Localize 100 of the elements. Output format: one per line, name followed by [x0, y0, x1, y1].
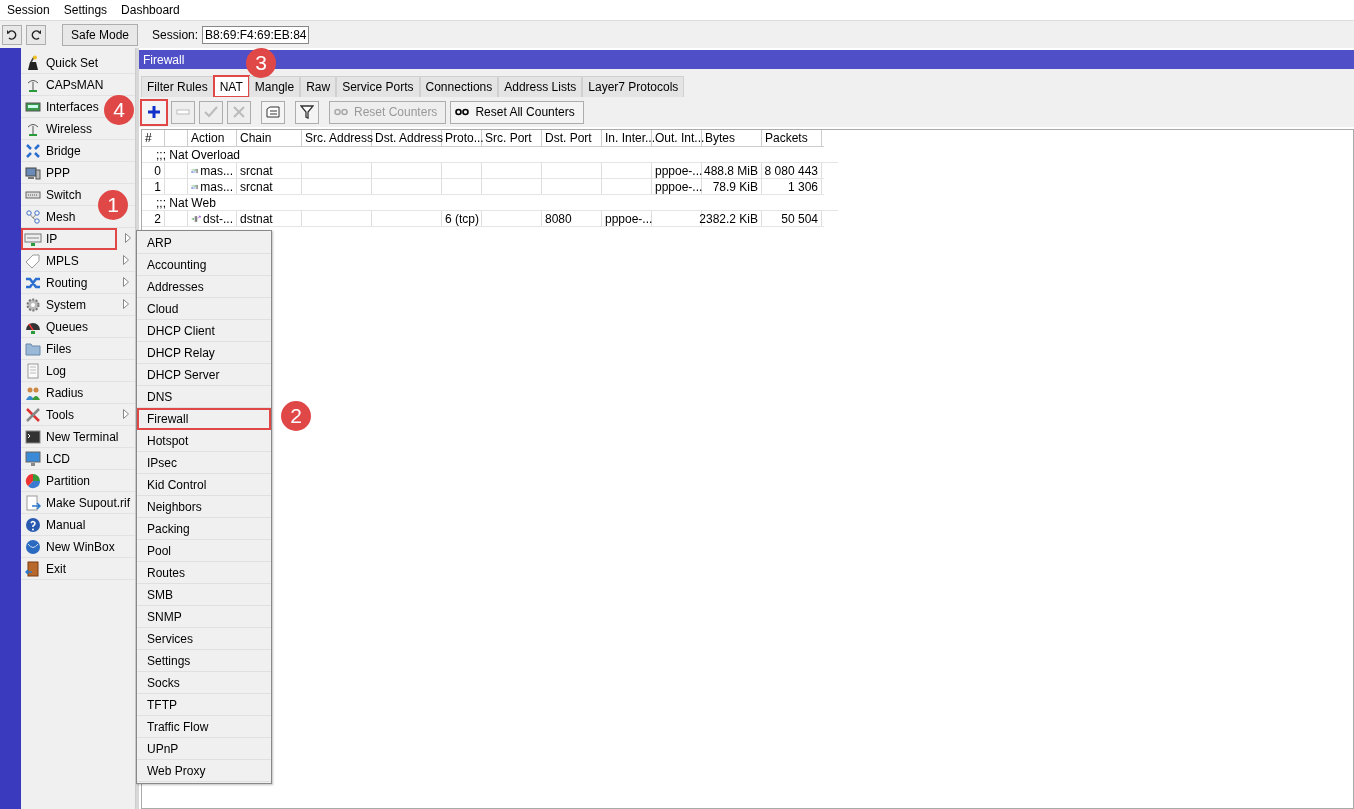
column-header[interactable]: Dst. Address: [375, 131, 444, 145]
submenu-item[interactable]: Cloud: [137, 298, 271, 320]
table-cell: mas...: [200, 163, 233, 178]
submenu-item[interactable]: DHCP Client: [137, 320, 271, 342]
document-icon: [25, 362, 41, 379]
column-header[interactable]: Out. Int...: [655, 131, 705, 145]
submenu-item[interactable]: DHCP Server: [137, 364, 271, 386]
filter-icon: [300, 105, 314, 119]
tab[interactable]: Connections: [419, 76, 499, 97]
submenu-item[interactable]: IPsec: [137, 452, 271, 474]
submenu-item[interactable]: Packing: [137, 518, 271, 540]
column-header[interactable]: Action: [191, 131, 225, 145]
sidebar-item[interactable]: PPP: [21, 162, 135, 184]
table-cell: 78.9 KiB: [712, 179, 758, 194]
column-header[interactable]: Packets: [765, 131, 808, 145]
sidebar-item[interactable]: IP: [21, 228, 117, 250]
computer-icon: [25, 164, 41, 181]
tab[interactable]: Mangle: [248, 76, 301, 97]
tab[interactable]: Filter Rules: [141, 76, 214, 97]
safe-mode-button[interactable]: Safe Mode: [62, 23, 139, 46]
submenu-item[interactable]: TFTP: [137, 694, 271, 716]
table-cell: 488.8 MiB: [703, 163, 758, 178]
sidebar-item[interactable]: LCD: [21, 448, 135, 470]
sidebar-item[interactable]: Tools: [21, 404, 135, 426]
table-cell: 1: [154, 179, 161, 194]
sidebar-item[interactable]: System: [21, 294, 135, 316]
undo-button[interactable]: [2, 24, 22, 45]
sidebar-item[interactable]: New WinBox: [21, 536, 135, 558]
sidebar-item[interactable]: Bridge: [21, 140, 135, 162]
tab[interactable]: Address Lists: [498, 76, 583, 97]
column-header[interactable]: #: [145, 131, 152, 145]
sidebar-item[interactable]: MPLS: [21, 250, 135, 272]
sidebar-item[interactable]: CAPsMAN: [21, 74, 135, 96]
column-header[interactable]: Chain: [240, 131, 272, 145]
column-header[interactable]: Proto...: [445, 131, 484, 145]
menu-item[interactable]: Settings: [56, 3, 115, 17]
column-header[interactable]: Src. Port: [485, 131, 532, 145]
menu-item[interactable]: Session: [0, 3, 57, 17]
plus-icon: [147, 105, 161, 119]
sidebar-item[interactable]: Exit: [21, 558, 135, 580]
session-label: Session:: [152, 27, 199, 42]
submenu-item[interactable]: UPnP: [137, 738, 271, 760]
table-cell: 8080: [545, 211, 572, 226]
filter-button[interactable]: [295, 100, 319, 124]
submenu-item[interactable]: Hotspot: [137, 430, 271, 452]
sidebar-item[interactable]: New Terminal: [21, 426, 135, 448]
table-cell: 6 (tcp): [445, 211, 479, 226]
sidebar-item[interactable]: Partition: [21, 470, 135, 492]
minus-icon: [176, 109, 190, 115]
column-header[interactable]: Dst. Port: [545, 131, 592, 145]
reset-counters-button[interactable]: Reset All Counters: [450, 100, 584, 124]
submenu-item[interactable]: SNMP: [137, 606, 271, 628]
monitor-icon: [25, 450, 41, 467]
column-header[interactable]: In. Inter...: [605, 131, 656, 145]
submenu-item[interactable]: Routes: [137, 562, 271, 584]
add-button[interactable]: [141, 99, 167, 125]
submenu-item[interactable]: Kid Control: [137, 474, 271, 496]
sidebar-item[interactable]: Make Supout.rif: [21, 492, 135, 514]
menu-item[interactable]: Dashboard: [114, 3, 187, 17]
session-field[interactable]: B8:69:F4:69:EB:84: [202, 25, 310, 44]
submenu-item[interactable]: DHCP Relay: [137, 342, 271, 364]
submenu-item[interactable]: Addresses: [137, 276, 271, 298]
door-icon: [25, 560, 41, 577]
table-cell: 8 080 443: [764, 163, 818, 178]
redo-button[interactable]: [26, 24, 46, 45]
rule-comment: ;;; Nat Overload: [156, 147, 241, 162]
submenu-item[interactable]: Web Proxy: [137, 760, 271, 782]
submenu-item[interactable]: Neighbors: [137, 496, 271, 518]
sidebar-item[interactable]: Quick Set: [21, 52, 135, 74]
tab[interactable]: Layer7 Protocols: [582, 76, 685, 97]
sidebar-item[interactable]: Files: [21, 338, 135, 360]
sidebar-item[interactable]: Manual: [21, 514, 135, 536]
table-cell: 0: [154, 163, 161, 178]
note-icon: [266, 106, 280, 118]
submenu-item[interactable]: DNS: [137, 386, 271, 408]
gear-icon: [25, 296, 41, 313]
comment-button[interactable]: [261, 100, 285, 124]
sidebar-item[interactable]: Routing: [21, 272, 135, 294]
submenu-item[interactable]: ARP: [137, 232, 271, 254]
submenu-item[interactable]: Accounting: [137, 254, 271, 276]
submenu-item[interactable]: Firewall: [137, 408, 271, 430]
table-cell: 1 306: [787, 179, 818, 194]
submenu-item[interactable]: SMB: [137, 584, 271, 606]
tab[interactable]: NAT: [213, 76, 249, 97]
submenu-item[interactable]: Services: [137, 628, 271, 650]
submenu-item[interactable]: Traffic Flow: [137, 716, 271, 738]
sidebar-item[interactable]: Radius: [21, 382, 135, 404]
table-cell: 50 504: [781, 211, 818, 226]
tools-icon: [25, 406, 41, 423]
sidebar-item[interactable]: Log: [21, 360, 135, 382]
tab[interactable]: Raw: [300, 76, 337, 97]
submenu-item[interactable]: Socks: [137, 672, 271, 694]
submenu-item[interactable]: Settings: [137, 650, 271, 672]
tab[interactable]: Service Ports: [336, 76, 420, 97]
column-header[interactable]: Bytes: [705, 131, 735, 145]
table-cell: dst-...: [203, 211, 233, 226]
submenu-item[interactable]: Pool: [137, 540, 271, 562]
column-header[interactable]: Src. Address: [305, 131, 374, 145]
table-cell: 2: [154, 211, 161, 226]
sidebar-item[interactable]: Queues: [21, 316, 135, 338]
